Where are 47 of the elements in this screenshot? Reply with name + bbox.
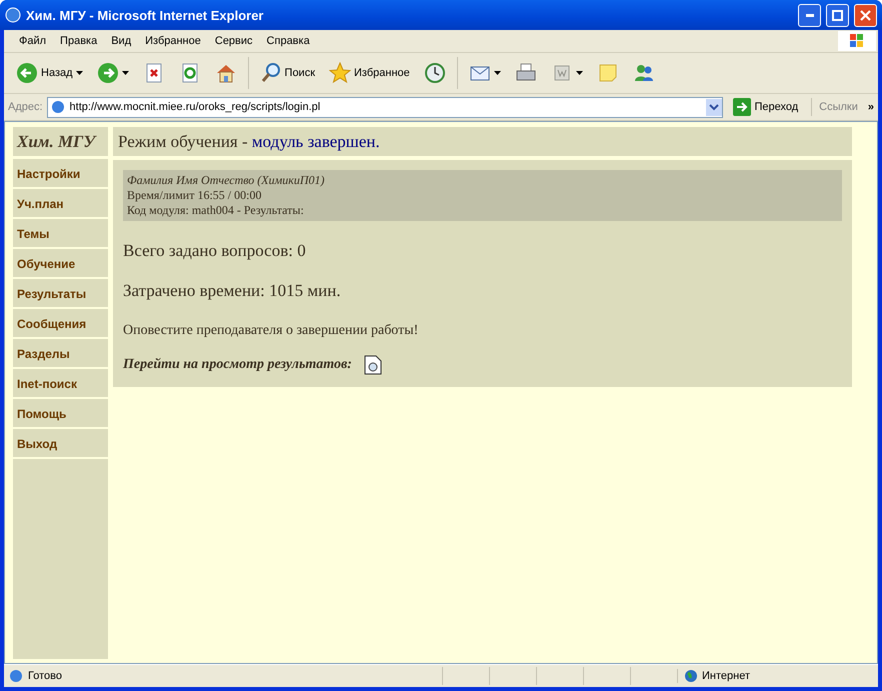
- globe-icon: [684, 669, 698, 683]
- menu-item[interactable]: Избранное: [138, 32, 208, 50]
- header-text: Режим обучения -: [118, 132, 248, 152]
- total-questions: Всего задано вопросов: 0: [123, 241, 307, 261]
- address-label: Адрес:: [8, 101, 43, 113]
- menu-item[interactable]: Справка: [260, 32, 317, 50]
- chevron-button[interactable]: »: [868, 101, 874, 113]
- page-icon: [8, 668, 24, 684]
- security-zone: Интернет: [702, 670, 750, 682]
- maximize-button[interactable]: [826, 4, 849, 26]
- time-limit: Время/лимит 16:55 / 00:00: [127, 188, 262, 203]
- toolbar-button[interactable]: Избранное: [323, 62, 416, 84]
- windows-flag-icon: [838, 31, 876, 51]
- status-link[interactable]: модуль завершен.: [252, 132, 380, 152]
- dropdown-caret-icon[interactable]: [122, 71, 129, 75]
- menu-item[interactable]: Сервис: [208, 32, 260, 50]
- notice-text: Оповестите преподавателя о завершении работы!: [123, 323, 420, 339]
- go-button[interactable]: Переход: [727, 98, 804, 116]
- toolbar-button[interactable]: Назад: [10, 62, 89, 84]
- search-icon: [260, 62, 282, 84]
- close-icon: [860, 10, 871, 20]
- time-spent: Затрачено времени: 1015 мин.: [123, 281, 342, 301]
- dropdown-caret-icon[interactable]: [494, 71, 501, 75]
- address-field[interactable]: http://www.mocnit.miee.ru/oroks_reg/scripts/login.pl: [46, 96, 724, 118]
- student-name: Фамилия Имя Отчество (ХимикиП01): [127, 173, 326, 188]
- dropdown-caret-icon[interactable]: [576, 71, 583, 75]
- status-text: Готово: [28, 670, 63, 682]
- clock-icon: [424, 62, 446, 84]
- people-icon: [632, 62, 655, 84]
- page-icon: [50, 99, 66, 115]
- module-code: Код модуля: math004 - Результаты:: [127, 203, 305, 218]
- minimize-icon: [806, 14, 814, 16]
- close-button[interactable]: [854, 4, 877, 26]
- minimize-button[interactable]: [798, 4, 821, 26]
- home-icon: [214, 62, 237, 84]
- browser-logo-icon: [5, 7, 21, 23]
- results-link[interactable]: Перейти на просмотр результатов:: [123, 357, 352, 373]
- sticky-note-icon: [596, 62, 619, 84]
- star-icon: [329, 62, 352, 84]
- window-title: Хим. МГУ - Microsoft Internet Explorer: [26, 8, 264, 22]
- menu-item[interactable]: Файл: [12, 32, 54, 50]
- menu-item[interactable]: Вид: [104, 32, 138, 50]
- maximize-icon: [832, 10, 843, 20]
- toolbar-button[interactable]: Поиск: [254, 62, 322, 84]
- document-magnifier-icon[interactable]: [364, 355, 382, 375]
- menu-item[interactable]: Правка: [53, 32, 104, 50]
- dropdown-caret-icon[interactable]: [76, 71, 83, 75]
